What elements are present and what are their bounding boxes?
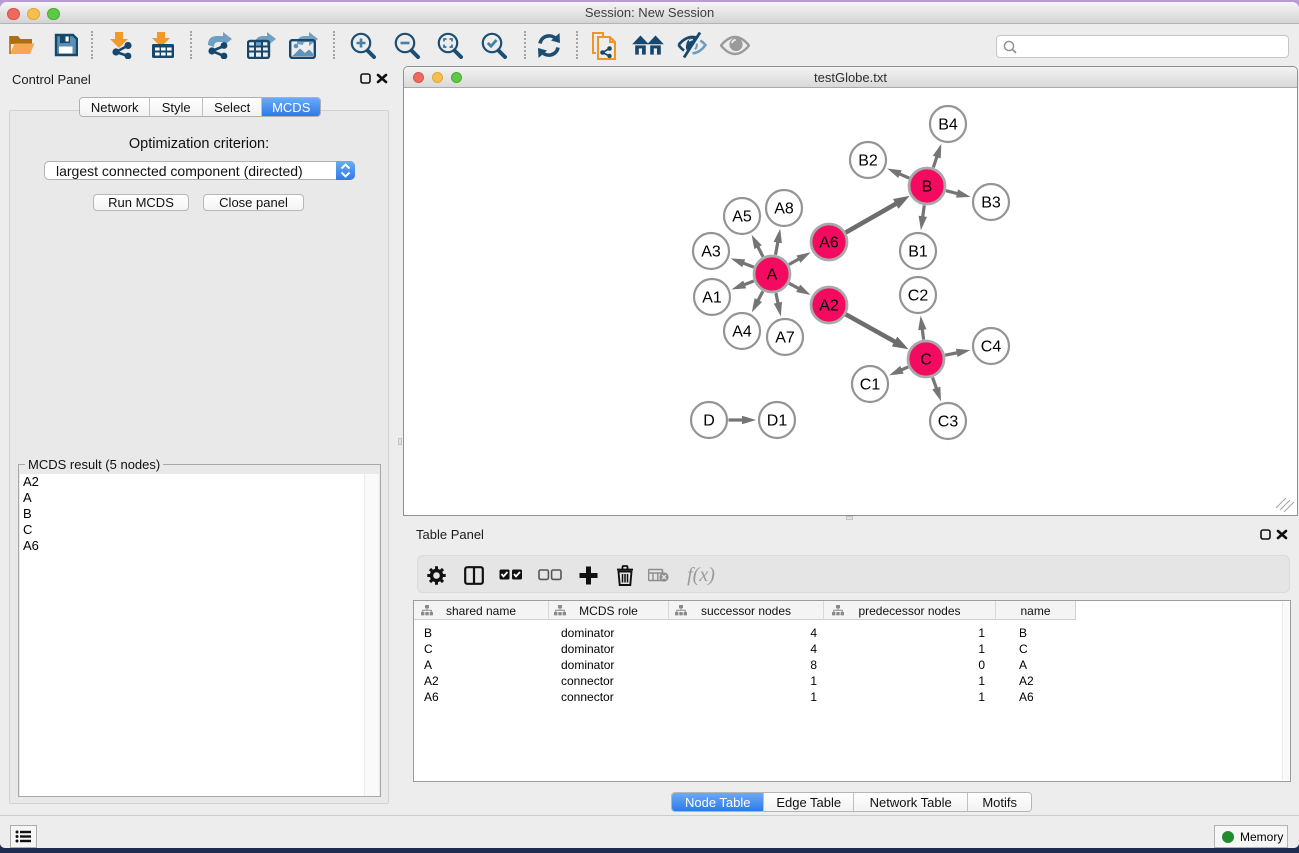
svg-text:A1: A1 <box>702 290 722 307</box>
svg-text:A4: A4 <box>732 324 752 341</box>
svg-text:B4: B4 <box>938 117 958 134</box>
svg-text:C: C <box>920 352 932 369</box>
svg-text:C1: C1 <box>860 377 881 394</box>
svg-text:A: A <box>767 267 778 284</box>
svg-text:A3: A3 <box>701 244 721 261</box>
svg-text:A7: A7 <box>775 330 795 347</box>
svg-text:B: B <box>922 179 933 196</box>
svg-text:C4: C4 <box>981 339 1002 356</box>
svg-text:C2: C2 <box>908 288 929 305</box>
svg-text:B1: B1 <box>908 244 928 261</box>
svg-text:A5: A5 <box>732 209 752 226</box>
svg-text:D: D <box>703 413 715 430</box>
svg-text:B3: B3 <box>981 195 1001 212</box>
svg-text:D1: D1 <box>767 413 788 430</box>
svg-text:A8: A8 <box>774 201 794 218</box>
svg-text:C3: C3 <box>938 414 959 431</box>
svg-text:B2: B2 <box>858 153 878 170</box>
svg-text:A6: A6 <box>819 235 839 252</box>
svg-text:A2: A2 <box>819 298 839 315</box>
